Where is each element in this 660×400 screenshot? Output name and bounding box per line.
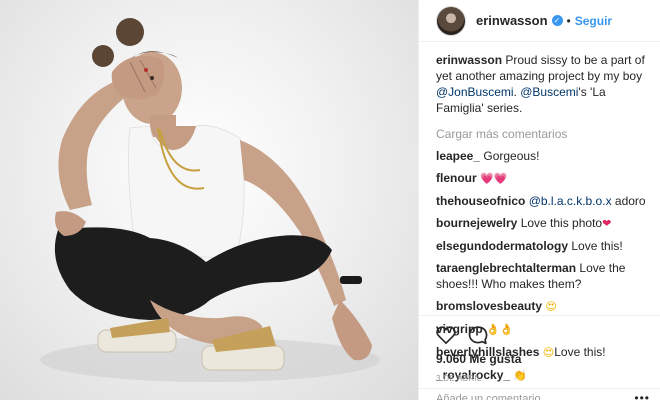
comment-username[interactable]: elsegundodermatology	[436, 239, 568, 253]
caption-mention-2[interactable]: @Buscemi	[520, 85, 578, 99]
post-caption: erinwasson Proud sissy to be a part of y…	[436, 52, 654, 116]
comment-username[interactable]: bromslovesbeauty	[436, 299, 542, 313]
comment-item: elsegundodermatology Love this!	[436, 238, 654, 254]
heart-emoji-icon: 💗💗	[480, 172, 508, 185]
post-header: erinwasson ✓ • Seguir	[419, 0, 660, 42]
comment-username[interactable]: thehouseofnico	[436, 194, 525, 208]
red-heart-emoji-icon: ❤	[602, 217, 612, 230]
comment-username[interactable]: bournejewelry	[436, 216, 517, 230]
comment-item: thehouseofnico @b.l.a.c.k.b.o.x adoro	[436, 193, 654, 209]
avatar[interactable]	[436, 5, 466, 36]
comment-text: Love this photo	[517, 216, 603, 230]
header-separator: •	[566, 13, 571, 28]
caption-username[interactable]: erinwasson	[436, 53, 502, 67]
post-date[interactable]: 3 DE ABRIL	[436, 374, 644, 383]
post-actions: 9.060 Me gusta 3 DE ABRIL	[419, 315, 660, 383]
more-options-icon[interactable]: •••	[634, 391, 650, 400]
comment-item: flenour 💗💗	[436, 170, 654, 187]
comment-text-2: adoro	[611, 194, 646, 208]
comment-item: taraenglebrechtalterman Love the shoes!!…	[436, 260, 654, 292]
likes-count[interactable]: 9.060 Me gusta	[436, 352, 644, 366]
comment-item: leapee_ Gorgeous!	[436, 148, 654, 164]
comment-item: bournejewelry Love this photo❤	[436, 215, 654, 232]
comment-username[interactable]: taraenglebrechtalterman	[436, 261, 576, 275]
load-more-comments-link[interactable]: Cargar más comentarios	[436, 126, 654, 142]
action-icons	[436, 324, 644, 346]
follow-button[interactable]: Seguir	[575, 14, 612, 28]
comment-username[interactable]: leapee_	[436, 149, 480, 163]
heart-eyes-emoji-icon: 😍	[545, 300, 557, 313]
comment-bubble-icon[interactable]	[468, 325, 488, 345]
comment-text: Gorgeous!	[480, 149, 540, 163]
caption-mention-1[interactable]: @JonBuscemi	[436, 85, 514, 99]
verified-badge-icon: ✓	[551, 15, 563, 26]
post-photo[interactable]	[0, 0, 418, 400]
comment-username[interactable]: flenour	[436, 171, 477, 185]
comment-item: bromslovesbeauty 😍	[436, 298, 654, 315]
photo-illustration	[40, 18, 380, 382]
header-username[interactable]: erinwasson	[476, 13, 548, 28]
post-sidebar: erinwasson ✓ • Seguir erinwasson Proud s…	[418, 0, 660, 400]
comment-text: Love this!	[568, 239, 623, 253]
heart-outline-icon[interactable]	[436, 326, 456, 344]
add-comment-input[interactable]: Añade un comentario...	[419, 388, 660, 400]
comment-mention[interactable]: @b.l.a.c.k.b.o.x	[529, 194, 612, 208]
